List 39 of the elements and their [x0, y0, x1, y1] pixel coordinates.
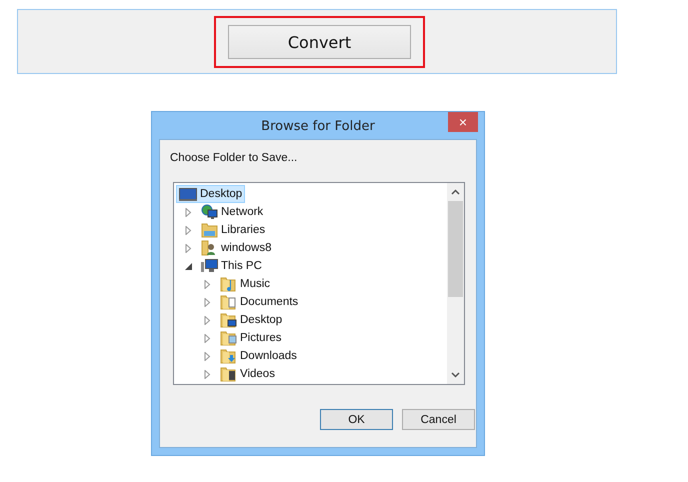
cancel-button[interactable]: Cancel [402, 409, 475, 430]
expand-arrow-icon[interactable] [203, 370, 212, 378]
folder-tree-item[interactable]: Documents [217, 293, 302, 311]
folder-tree-item[interactable]: This PC [198, 257, 265, 275]
picture-folder-icon [220, 330, 237, 346]
prompt-text: Choose Folder to Save... [170, 152, 298, 164]
desktop-folder-icon [220, 312, 237, 328]
window-title: Browse for Folder [261, 119, 375, 134]
expand-arrow-icon[interactable] [203, 298, 212, 306]
user-folder-icon [201, 240, 218, 256]
folder-tree-item[interactable]: Network [198, 203, 266, 221]
music-folder-icon [220, 276, 237, 292]
convert-button[interactable]: Convert [228, 25, 411, 59]
expand-arrow-icon[interactable] [203, 316, 212, 324]
close-button[interactable]: × [448, 112, 478, 132]
network-icon [201, 204, 218, 220]
video-folder-icon [220, 366, 237, 382]
document-folder-icon [220, 294, 237, 310]
expand-arrow-icon[interactable] [184, 244, 193, 252]
folder-tree-item[interactable]: Desktop [176, 185, 246, 203]
computer-icon [201, 258, 218, 274]
ok-button[interactable]: OK [320, 409, 393, 430]
collapse-arrow-icon[interactable] [184, 262, 193, 270]
folder-tree-item[interactable]: windows8 [198, 239, 274, 257]
expand-arrow-icon[interactable] [184, 208, 193, 216]
library-icon [201, 222, 218, 238]
folder-tree-item[interactable]: Downloads [217, 347, 300, 365]
scrollbar[interactable] [447, 183, 464, 384]
folder-tree-item[interactable]: Libraries [198, 221, 268, 239]
folder-tree-item[interactable]: Desktop [217, 311, 286, 329]
expand-arrow-icon[interactable] [203, 334, 212, 342]
expand-arrow-icon[interactable] [184, 226, 193, 234]
expand-arrow-icon[interactable] [203, 280, 212, 288]
monitor-icon [179, 187, 197, 201]
download-folder-icon [220, 348, 237, 364]
folder-tree-item[interactable]: Videos [217, 365, 278, 383]
folder-tree-item[interactable]: Music [217, 275, 274, 293]
expand-arrow-icon[interactable] [203, 352, 212, 360]
folder-tree-item[interactable]: Pictures [217, 329, 285, 347]
